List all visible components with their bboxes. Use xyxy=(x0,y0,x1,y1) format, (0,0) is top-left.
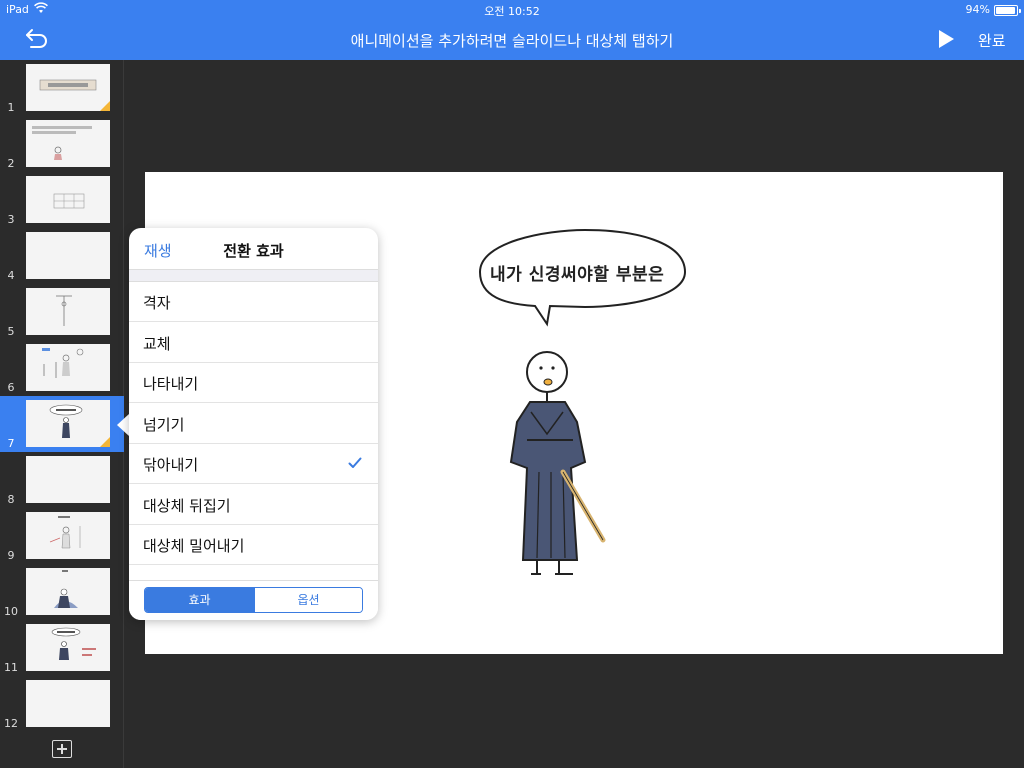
slide-preview[interactable] xyxy=(26,680,110,727)
slide-number: 4 xyxy=(7,269,15,282)
page-title: 애니메이션을 추가하려면 슬라이드나 대상체 탭하기 xyxy=(350,32,674,50)
checkmark-icon xyxy=(348,457,362,468)
slide-number: 6 xyxy=(7,381,15,394)
slide-number: 5 xyxy=(7,325,15,338)
slide-preview[interactable] xyxy=(26,624,110,671)
segment-effect[interactable]: 효과 xyxy=(145,588,254,612)
segment-options[interactable]: 옵션 xyxy=(254,588,362,612)
slide-thumbnail-2[interactable]: 2 xyxy=(0,116,124,172)
slide-preview[interactable] xyxy=(26,288,110,335)
transition-popover: 재생 전환 효과 격자 교체 나타내기 넘기기 닦아내기 대상체 뒤집기 대상체 밀어내기 … xyxy=(129,228,378,620)
animation-badge-icon xyxy=(100,437,110,447)
transition-option[interactable]: 대상체 밀어내기 xyxy=(129,525,378,565)
transition-effect-list[interactable]: 격자교체나타내기넘기기닦아내기대상체 뒤집기대상체 밀어내기 xyxy=(129,282,378,580)
transition-option[interactable]: 대상체 뒤집기 xyxy=(129,485,378,525)
slide-number: 11 xyxy=(4,661,18,674)
slide-thumbnail-5[interactable]: 5 xyxy=(0,284,124,340)
slide-thumbnail-9[interactable]: 9 xyxy=(0,508,124,564)
slide-thumbnail-6[interactable]: 6 xyxy=(0,340,124,396)
animation-badge-icon xyxy=(100,101,110,111)
top-bar: iPad 오전 10:52 94% 애니메이션을 추가하려면 슬라이드나 대상체… xyxy=(0,0,1024,60)
transition-option-label: 대상체 밀어내기 xyxy=(143,537,245,555)
status-bar: iPad 오전 10:52 94% xyxy=(0,0,1024,20)
slide-preview[interactable] xyxy=(26,344,110,391)
speech-bubble-text[interactable]: 내가 신경써야할 부분은 xyxy=(490,260,664,285)
transition-option[interactable]: 교체 xyxy=(129,323,378,363)
slide-number: 3 xyxy=(7,213,15,226)
effect-options-segmented-control[interactable]: 효과 옵션 xyxy=(144,587,363,613)
done-button[interactable]: 완료 xyxy=(978,30,1006,51)
slide-preview[interactable] xyxy=(26,456,110,503)
battery-percent: 94% xyxy=(965,3,990,16)
slide-preview[interactable] xyxy=(26,120,110,167)
slide-number: 7 xyxy=(7,437,15,450)
transition-option-label: 넘기기 xyxy=(143,415,185,434)
slide-navigator: 1 2 3 4 5 6 7 8 9 10 11 12 xyxy=(0,60,124,768)
slide-thumbnail-8[interactable]: 8 xyxy=(0,452,124,508)
transition-option-label: 격자 xyxy=(143,294,171,312)
slide-number: 12 xyxy=(4,717,18,730)
popover-divider xyxy=(129,270,378,282)
slide-thumbnail-3[interactable]: 3 xyxy=(0,172,124,228)
transition-option-label: 대상체 뒤집기 xyxy=(143,496,231,515)
popover-arrow xyxy=(117,414,129,436)
clock: 오전 10:52 xyxy=(484,5,540,18)
slide-number: 2 xyxy=(7,157,15,170)
slide-preview[interactable] xyxy=(26,568,110,615)
slide-preview[interactable] xyxy=(26,512,110,559)
battery-icon xyxy=(994,5,1021,16)
slide-preview[interactable] xyxy=(26,232,110,279)
transition-option-label: 교체 xyxy=(143,334,171,353)
add-slide-button[interactable] xyxy=(52,740,72,758)
slide-preview[interactable] xyxy=(26,176,110,223)
popover-title: 전환 효과 xyxy=(223,242,284,260)
popover-header: 재생 전환 효과 xyxy=(129,228,378,270)
slide-number: 10 xyxy=(4,605,18,618)
slide-preview[interactable] xyxy=(26,64,110,111)
slide-thumbnail-10[interactable]: 10 xyxy=(0,564,124,620)
slide-thumbnail-7[interactable]: 7 xyxy=(0,396,124,452)
transition-option[interactable]: 넘기기 xyxy=(129,404,378,444)
transition-option-label: 닦아내기 xyxy=(143,456,199,474)
play-icon[interactable] xyxy=(936,28,956,50)
transition-option[interactable]: 격자 xyxy=(129,282,378,322)
transition-option[interactable]: 닦아내기 xyxy=(129,444,378,484)
slide-thumbnail-4[interactable]: 4 xyxy=(0,228,124,284)
transition-option[interactable]: 나타내기 xyxy=(129,363,378,403)
slide-thumbnail-11[interactable]: 11 xyxy=(0,620,124,676)
popover-footer: 효과 옵션 xyxy=(129,580,378,620)
slide-thumbnail-12[interactable]: 12 xyxy=(0,676,124,732)
slide-number: 9 xyxy=(7,549,15,562)
slide-number: 1 xyxy=(7,101,15,114)
slide-preview[interactable] xyxy=(26,400,110,447)
slide-number: 8 xyxy=(7,493,15,506)
transition-option-label: 나타내기 xyxy=(143,375,199,393)
slide-thumbnail-1[interactable]: 1 xyxy=(0,60,124,116)
